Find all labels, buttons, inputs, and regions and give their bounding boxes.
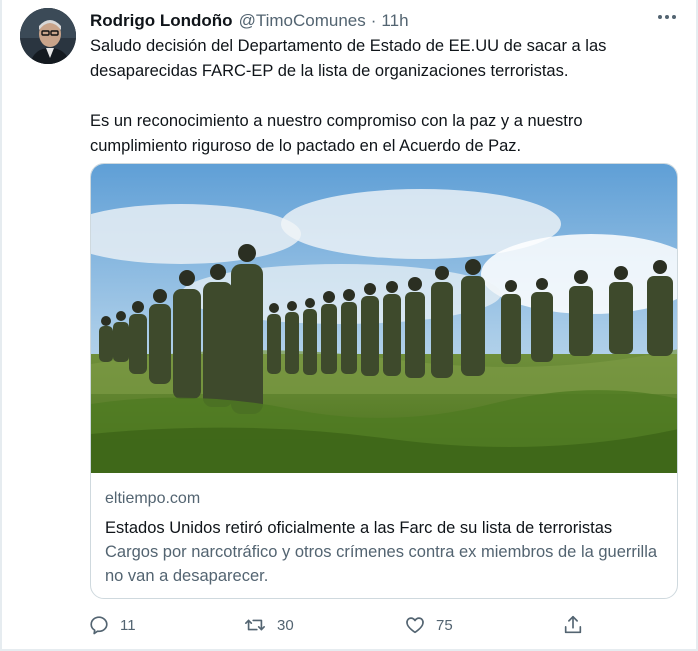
heart-icon xyxy=(406,617,424,634)
frame-left-border xyxy=(0,0,2,651)
more-horizontal-icon xyxy=(658,15,676,19)
card-title: Estados Unidos retiró oficialmente a las… xyxy=(105,519,613,537)
like-button[interactable]: 75 xyxy=(404,612,453,638)
card-domain: eltiempo.com xyxy=(105,490,201,507)
like-count: 75 xyxy=(436,616,453,634)
more-options-button[interactable] xyxy=(656,6,678,28)
reply-icon xyxy=(90,616,108,635)
link-preview-card[interactable]: eltiempo.com Estados Unidos retiró ofici… xyxy=(90,163,678,599)
tweet-text: Saludo decisión del Departamento de Esta… xyxy=(90,34,670,159)
tweet-paragraph: Es un reconocimiento a nuestro compromis… xyxy=(90,112,583,155)
author-handle[interactable]: @TimoComunes xyxy=(239,11,366,31)
tweet-timestamp[interactable]: 11h xyxy=(381,11,408,31)
card-description: Cargos por narcotráfico y otros crímenes… xyxy=(105,543,658,585)
separator-dot: · xyxy=(370,11,377,30)
card-image[interactable] xyxy=(91,164,677,473)
card-meta: eltiempo.com Estados Unidos retiró ofici… xyxy=(105,488,663,588)
share-icon xyxy=(564,615,582,634)
tweet-header: Rodrigo Londoño @TimoComunes · 11h xyxy=(90,10,678,32)
tweet-actions: 11 30 75 xyxy=(88,612,608,638)
share-button[interactable] xyxy=(562,612,584,638)
reply-button[interactable]: 11 xyxy=(88,612,136,638)
author-name[interactable]: Rodrigo Londoño xyxy=(90,11,233,31)
retweet-button[interactable]: 30 xyxy=(243,612,294,638)
soldiers-photo xyxy=(91,164,677,473)
retweet-icon xyxy=(245,619,265,631)
avatar[interactable] xyxy=(20,8,76,64)
tweet-paragraph: Saludo decisión del Departamento de Esta… xyxy=(90,37,607,80)
reply-count: 11 xyxy=(120,616,136,634)
avatar-image xyxy=(20,8,76,64)
retweet-count: 30 xyxy=(277,616,294,634)
